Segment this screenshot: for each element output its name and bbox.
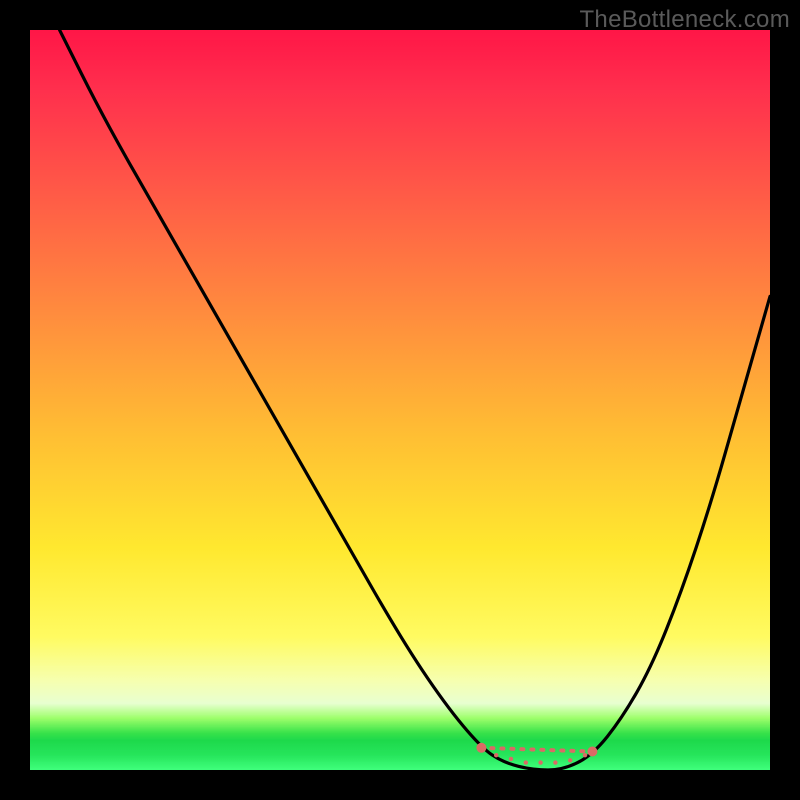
curve-layer [30,30,770,770]
bottleneck-curve [60,30,770,770]
chart-frame: TheBottleneck.com [0,0,800,800]
watermark-text: TheBottleneck.com [579,6,790,34]
plot-area [30,30,770,770]
